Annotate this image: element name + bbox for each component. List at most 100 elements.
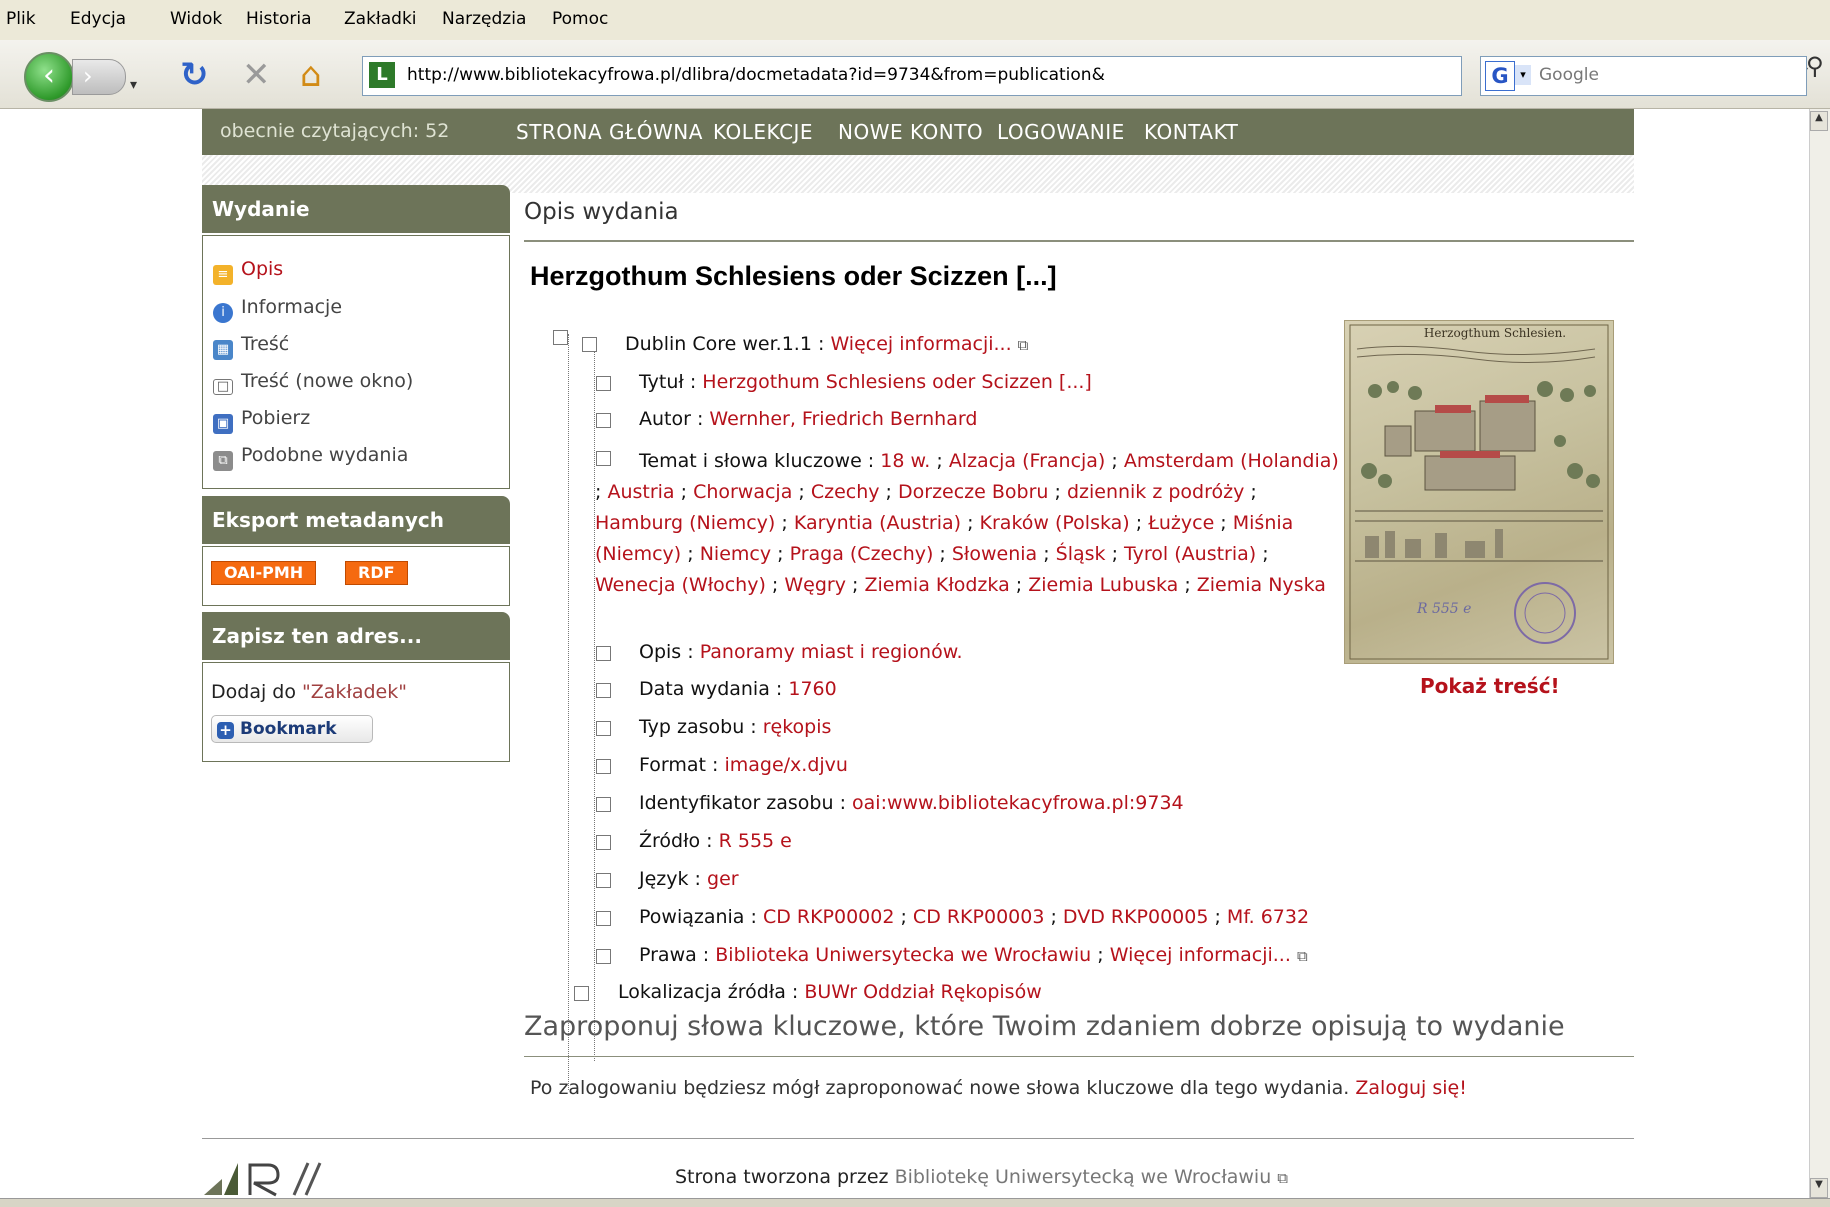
forward-arrow-icon[interactable]: › xyxy=(72,59,126,95)
menu-tools[interactable]: Narzędzia xyxy=(442,9,526,29)
menu-view[interactable]: Widok xyxy=(170,9,222,29)
tree-node-toggle[interactable] xyxy=(596,949,611,964)
field-type-value[interactable]: rękopis xyxy=(763,716,832,738)
tree-node-toggle[interactable] xyxy=(596,873,611,888)
subject-keyword-link[interactable]: Praga (Czechy) xyxy=(790,543,934,565)
tree-node-toggle[interactable] xyxy=(596,797,611,812)
subject-keyword-link[interactable]: Łużyce xyxy=(1148,512,1214,534)
nav-collections[interactable]: KOLEKCJE xyxy=(713,120,813,144)
field-author-value[interactable]: Wernher, Friedrich Bernhard xyxy=(709,408,977,430)
subject-keyword-link[interactable]: Wenecja (Włochy) xyxy=(595,574,766,596)
field-date-value[interactable]: 1760 xyxy=(788,678,836,700)
relation-link[interactable]: CD RKP00003 xyxy=(913,906,1045,928)
sidebar-item-information[interactable]: i Informacje xyxy=(213,296,342,323)
tree-node-toggle[interactable] xyxy=(596,376,611,391)
subject-keyword-link[interactable]: Alzacja (Francja) xyxy=(949,450,1106,472)
bookmarks-link[interactable]: "Zakładek" xyxy=(302,681,407,703)
sidebar-item-description[interactable]: ≡ Opis xyxy=(213,258,283,285)
bookmark-button[interactable]: + Bookmark xyxy=(211,715,373,743)
subject-keyword-link[interactable]: Karyntia (Austria) xyxy=(794,512,961,534)
subject-keyword-link[interactable]: Hamburg (Niemcy) xyxy=(595,512,775,534)
tree-node-toggle[interactable] xyxy=(596,646,611,661)
rdf-button[interactable]: RDF xyxy=(345,561,408,585)
subject-keyword-link[interactable]: Węgry xyxy=(784,574,846,596)
tree-node-toggle[interactable] xyxy=(574,986,589,1001)
search-engine-dropdown-icon[interactable]: ▾ xyxy=(1515,65,1531,85)
back-arrow-icon[interactable]: ‹ xyxy=(24,52,74,102)
section-divider xyxy=(524,240,1634,242)
magnifier-icon[interactable]: ⚲ xyxy=(1806,52,1824,80)
tree-node-toggle[interactable] xyxy=(596,683,611,698)
login-link[interactable]: Zaloguj się! xyxy=(1355,1077,1466,1099)
show-content-link[interactable]: Pokaż treść! xyxy=(1420,674,1560,698)
field-language-value[interactable]: ger xyxy=(707,868,739,890)
field-description-value[interactable]: Panoramy miast i regionów. xyxy=(700,641,963,663)
field-location-value[interactable]: BUWr Oddział Rękopisów xyxy=(804,981,1041,1003)
history-dropdown-icon[interactable]: ▾ xyxy=(130,68,137,102)
tree-node-toggle[interactable] xyxy=(596,759,611,774)
scroll-up-icon[interactable]: ▲ xyxy=(1810,111,1828,131)
menu-history[interactable]: Historia xyxy=(246,9,312,29)
field-format-value[interactable]: image/x.djvu xyxy=(724,754,848,776)
stop-icon[interactable]: ✕ xyxy=(242,58,271,92)
relation-link[interactable]: Mf. 6732 xyxy=(1227,906,1309,928)
address-bar[interactable]: L http://www.bibliotekacyfrowa.pl/dlibra… xyxy=(362,56,1808,96)
rights-more-link[interactable]: Więcej informacji... xyxy=(1110,944,1291,966)
menu-help[interactable]: Pomoc xyxy=(552,9,608,29)
tree-node-toggle[interactable] xyxy=(596,413,611,428)
new-window-icon[interactable]: ⧉ xyxy=(1297,947,1308,965)
subject-keyword-link[interactable]: Niemcy xyxy=(700,543,771,565)
menu-edit[interactable]: Edycja xyxy=(70,9,126,29)
nav-new-account[interactable]: NOWE KONTO xyxy=(838,120,983,144)
subject-keyword-link[interactable]: Ziemia Nyska xyxy=(1197,574,1326,596)
google-icon[interactable]: G xyxy=(1485,61,1515,91)
field-source-value[interactable]: R 555 e xyxy=(719,830,792,852)
sidebar-item-content[interactable]: ▦ Treść xyxy=(213,333,289,360)
search-bar[interactable]: G ▾ Google xyxy=(1480,56,1807,96)
subject-keyword-link[interactable]: 18 w. xyxy=(880,450,930,472)
sidebar-item-download[interactable]: ▣ Pobierz xyxy=(213,407,310,434)
nav-home[interactable]: STRONA GŁÓWNA xyxy=(516,120,703,144)
field-identifier-value[interactable]: oai:www.bibliotekacyfrowa.pl:9734 xyxy=(852,792,1184,814)
sidebar-item-content-new-window[interactable]: □ Treść (nowe okno) xyxy=(213,370,413,395)
tree-node-toggle[interactable] xyxy=(553,330,568,345)
publication-thumbnail[interactable]: Herzogthum Schlesien. R 555 e xyxy=(1344,320,1614,664)
subject-keyword-link[interactable]: Dorzecze Bobru xyxy=(898,481,1048,503)
home-icon[interactable]: ⌂ xyxy=(300,58,322,92)
tree-node-toggle[interactable] xyxy=(596,835,611,850)
reload-icon[interactable]: ↻ xyxy=(180,58,209,92)
subject-keyword-link[interactable]: Ziemia Kłodzka xyxy=(864,574,1009,596)
tree-node-toggle[interactable] xyxy=(596,721,611,736)
url-text[interactable]: http://www.bibliotekacyfrowa.pl/dlibra/d… xyxy=(407,65,1105,85)
new-window-icon[interactable]: ⧉ xyxy=(1018,336,1029,354)
footer-library-link[interactable]: Bibliotekę Uniwersytecką we Wrocławiu xyxy=(895,1166,1272,1188)
reading-count: obecnie czytających: 52 xyxy=(220,120,450,142)
subject-keyword-link[interactable]: Austria xyxy=(607,481,674,503)
subject-keyword-link[interactable]: Chorwacja xyxy=(693,481,792,503)
menu-bookmarks[interactable]: Zakładki xyxy=(344,9,417,29)
vertical-scrollbar[interactable] xyxy=(1809,109,1830,1206)
new-window-icon[interactable]: ⧉ xyxy=(1277,1169,1288,1187)
subject-keyword-link[interactable]: Amsterdam (Holandia) xyxy=(1124,450,1339,472)
tree-node-toggle[interactable] xyxy=(596,911,611,926)
subject-keyword-link[interactable]: Tyrol (Austria) xyxy=(1124,543,1256,565)
relation-link[interactable]: CD RKP00002 xyxy=(763,906,895,928)
subject-keyword-link[interactable]: Słowenia xyxy=(952,543,1037,565)
tree-node-toggle[interactable] xyxy=(582,337,597,352)
menu-file[interactable]: Plik xyxy=(6,9,36,29)
nav-contact[interactable]: KONTAKT xyxy=(1144,120,1238,144)
subject-keyword-link[interactable]: dziennik z podróży xyxy=(1067,481,1244,503)
subject-keyword-link[interactable]: Śląsk xyxy=(1056,543,1106,565)
field-rights-value[interactable]: Biblioteka Uniwersytecka we Wrocławiu xyxy=(715,944,1091,966)
relation-link[interactable]: DVD RKP00005 xyxy=(1063,906,1209,928)
oai-pmh-button[interactable]: OAI-PMH xyxy=(211,561,317,585)
field-title-value[interactable]: Herzgothum Schlesiens oder Scizzen [...] xyxy=(702,371,1092,393)
subject-keyword-link[interactable]: Kraków (Polska) xyxy=(980,512,1130,534)
subject-keyword-link[interactable]: Czechy xyxy=(811,481,880,503)
sidebar-item-similar[interactable]: ⧉ Podobne wydania xyxy=(213,444,408,471)
scroll-down-icon[interactable]: ▼ xyxy=(1810,1178,1828,1198)
subject-keyword-link[interactable]: Ziemia Lubuska xyxy=(1028,574,1178,596)
search-input[interactable]: Google xyxy=(1539,65,1599,85)
nav-login[interactable]: LOGOWANIE xyxy=(997,120,1125,144)
dublin-more-link[interactable]: Więcej informacji... xyxy=(830,333,1011,355)
